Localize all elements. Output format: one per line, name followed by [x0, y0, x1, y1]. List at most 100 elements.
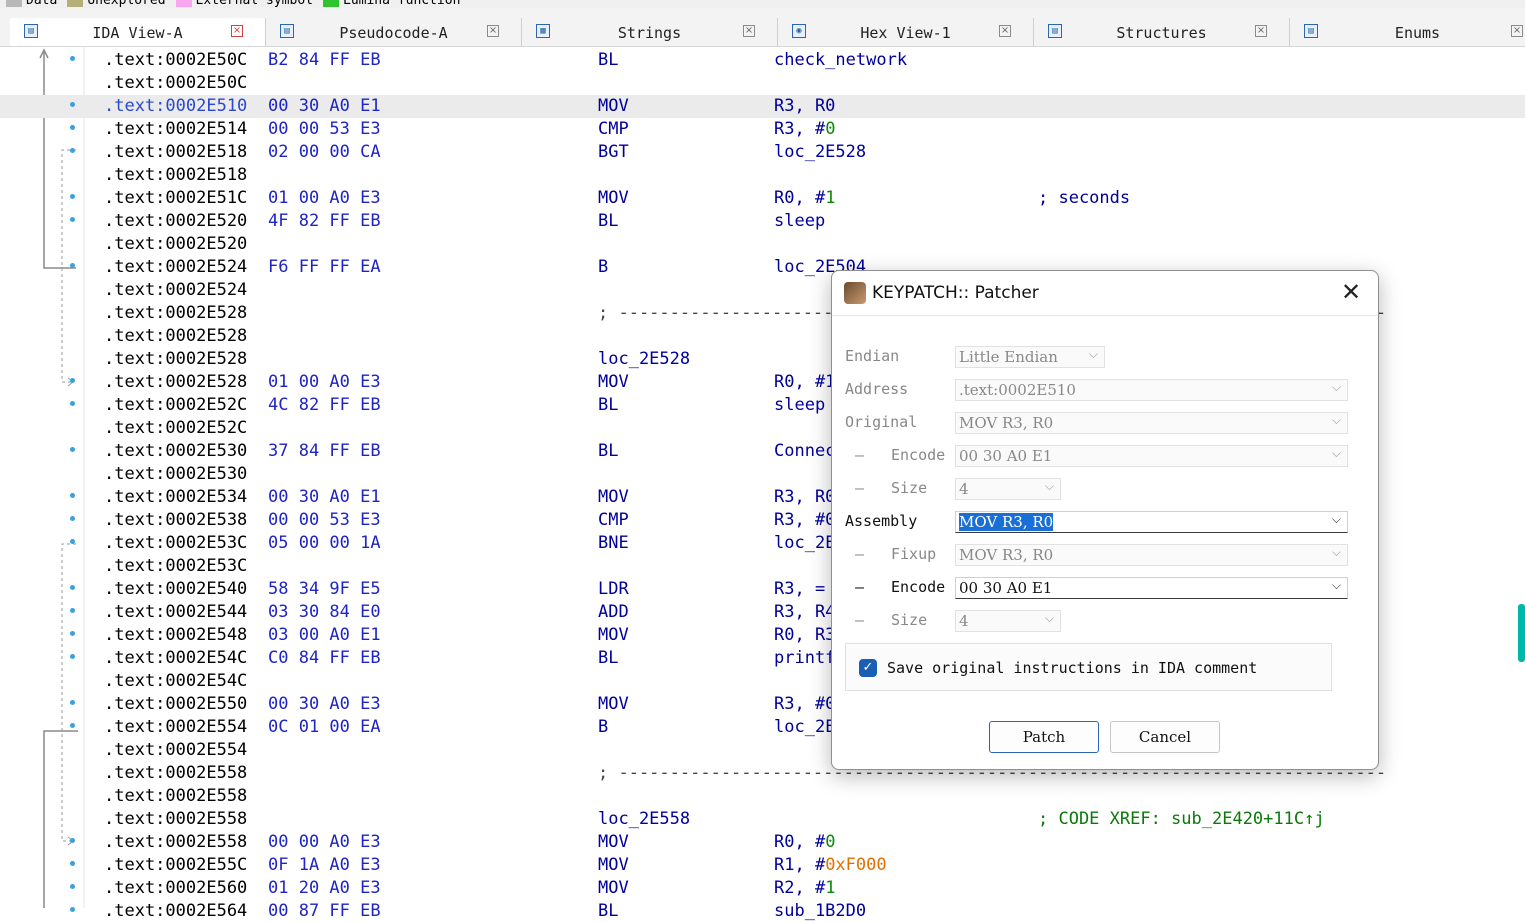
disasm-line[interactable]: .text:0002E51C 01 00 A0 E3 MOV R0, #1 ; seco…	[0, 187, 1525, 210]
operand-number: 1	[825, 188, 836, 208]
line-bytes: 05 00 00 1A	[268, 533, 381, 553]
line-mnemonic: loc_2E558	[598, 809, 691, 829]
line-marker-dot	[70, 493, 75, 498]
line-address: .text:0002E528	[104, 372, 248, 392]
line-bytes: 00 30 A0 E1	[268, 96, 381, 116]
close-tab-icon[interactable]: ×	[999, 25, 1011, 37]
line-bytes: 01 20 A0 E3	[268, 878, 381, 898]
original-size-label: Size	[891, 479, 928, 497]
line-bytes: 00 87 FF EB	[268, 901, 381, 921]
line-mnemonic: MOV	[598, 487, 629, 507]
disasm-line[interactable]: .text:0002E510 00 30 A0 E1 MOV R3, R0	[0, 95, 1525, 118]
line-mnemonic: MOV	[598, 855, 629, 875]
line-bytes: 4C 82 FF EB	[268, 395, 381, 415]
line-mnemonic: CMP	[598, 119, 629, 139]
fixup-select[interactable]: MOV R3, R0 ⌵	[955, 544, 1348, 566]
address-value: .text:0002E510	[959, 381, 1076, 399]
operand-text: check_network	[774, 50, 908, 70]
tab-enums[interactable]: ▤ Enums ×	[1290, 18, 1525, 46]
line-operands: R3, #0	[774, 509, 835, 532]
tab-strings[interactable]: ▦ Strings ×	[522, 18, 778, 46]
original-encode-select[interactable]: 00 30 A0 E1 ⌵	[955, 445, 1348, 467]
line-address: .text:0002E564	[104, 901, 248, 921]
close-tab-icon[interactable]: ×	[1511, 25, 1523, 37]
address-select[interactable]: .text:0002E510 ⌵	[955, 379, 1348, 401]
line-address: .text:0002E548	[104, 625, 248, 645]
line-operands: R0, #1	[774, 371, 835, 394]
line-address: .text:0002E514	[104, 119, 248, 139]
close-icon[interactable]: ✕	[1338, 279, 1364, 305]
close-tab-icon[interactable]: ×	[743, 25, 755, 37]
tab-pseudocode-a[interactable]: ▤ Pseudocode-A ×	[266, 18, 522, 46]
line-mnemonic: BL	[598, 395, 619, 415]
original-size-select[interactable]: 4 ⌵	[955, 478, 1061, 500]
line-bytes: 37 84 FF EB	[268, 441, 381, 461]
line-operands: sub_1B2D0	[774, 900, 866, 923]
save-comment-checkbox[interactable]: ✓	[859, 659, 877, 677]
operand-text: R1, #	[774, 855, 826, 875]
disasm-line[interactable]: .text:0002E520 4F 82 FF EB BL sleep	[0, 210, 1525, 233]
operand-text: R0, #1	[774, 372, 836, 392]
operand-text: R3, R0	[774, 96, 836, 116]
line-mnemonic: B	[598, 717, 609, 737]
close-tab-icon[interactable]: ×	[231, 25, 243, 37]
line-address: .text:0002E524	[104, 257, 248, 277]
legend-label: Data	[26, 0, 58, 8]
operand-text: R3, #0	[774, 694, 836, 714]
assembly-input[interactable]: MOV R3, R0 ⌵	[955, 511, 1348, 533]
tab-ida-view-a[interactable]: ▤ IDA View-A ×	[10, 18, 266, 46]
original-select[interactable]: MOV R3, R0 ⌵	[955, 412, 1348, 434]
line-mnemonic: BNE	[598, 533, 629, 553]
disasm-line[interactable]: .text:0002E560 01 20 A0 E3 MOV R2, #1	[0, 877, 1525, 900]
line-address: .text:0002E554	[104, 740, 248, 760]
disasm-line[interactable]: .text:0002E518 02 00 00 CA BGT loc_2E528	[0, 141, 1525, 164]
disasm-line[interactable]: .text:0002E514 00 00 53 E3 CMP R3, #0	[0, 118, 1525, 141]
disasm-line[interactable]: .text:0002E558 00 00 A0 E3 MOV R0, #0	[0, 831, 1525, 854]
disasm-line[interactable]: .text:0002E50C B2 84 FF EB BL check_network	[0, 49, 1525, 72]
line-bytes: 03 00 A0 E1	[268, 625, 381, 645]
disasm-line[interactable]: .text:0002E50C	[0, 72, 1525, 95]
line-marker-dot	[70, 585, 75, 590]
keypatch-logo-icon	[844, 282, 866, 304]
line-bytes: 58 34 9F E5	[268, 579, 381, 599]
close-tab-icon[interactable]: ×	[487, 25, 499, 37]
scroll-indicator[interactable]	[1518, 604, 1525, 662]
endian-select[interactable]: Little Endian ⌵	[955, 346, 1105, 368]
tab-label: Hex View-1	[860, 24, 951, 42]
line-address: .text:0002E540	[104, 579, 248, 599]
disasm-line[interactable]: .text:0002E558	[0, 785, 1525, 808]
line-marker-dot	[70, 102, 75, 107]
line-mnemonic: BL	[598, 901, 619, 921]
new-size-select[interactable]: 4 ⌵	[955, 610, 1061, 632]
line-mnemonic: BL	[598, 50, 619, 70]
disasm-line[interactable]: .text:0002E564 00 87 FF EB BL sub_1B2D0	[0, 900, 1525, 923]
line-mnemonic: BGT	[598, 142, 629, 162]
line-marker-dot	[70, 378, 75, 383]
dash: –	[855, 545, 865, 563]
line-mnemonic: MOV	[598, 372, 629, 392]
operand-number: 0	[825, 832, 836, 852]
disasm-line[interactable]: .text:0002E520	[0, 233, 1525, 256]
save-comment-label[interactable]: Save original instructions in IDA commen…	[887, 659, 1257, 677]
disasm-line[interactable]: .text:0002E558 loc_2E558 ; CODE XREF: sub_…	[0, 808, 1525, 831]
line-address: .text:0002E52C	[104, 395, 248, 415]
patch-button[interactable]: Patch	[989, 721, 1099, 753]
dialog-title: KEYPATCH:: Patcher	[872, 283, 1039, 303]
tab-label: IDA View-A	[92, 24, 183, 42]
line-bytes: 4F 82 FF EB	[268, 211, 381, 231]
line-operands: printf	[774, 647, 835, 670]
line-mnemonic: MOV	[598, 625, 629, 645]
line-operands: R0, #0	[774, 831, 835, 854]
disasm-line[interactable]: .text:0002E55C 0F 1A A0 E3 MOV R1, #0xF000	[0, 854, 1525, 877]
line-marker-dot	[70, 516, 75, 521]
close-tab-icon[interactable]: ×	[1255, 25, 1267, 37]
tab-structures[interactable]: ▤ Structures ×	[1034, 18, 1290, 46]
operand-text: R2, #	[774, 878, 826, 898]
cancel-button[interactable]: Cancel	[1110, 721, 1220, 753]
tab-hex-view-1[interactable]: ◉ Hex View-1 ×	[778, 18, 1034, 46]
line-address: .text:0002E550	[104, 694, 248, 714]
line-address: .text:0002E53C	[104, 556, 248, 576]
new-encode-select[interactable]: 00 30 A0 E1 ⌵	[955, 577, 1348, 599]
line-address: .text:0002E528	[104, 303, 248, 323]
disasm-line[interactable]: .text:0002E518	[0, 164, 1525, 187]
